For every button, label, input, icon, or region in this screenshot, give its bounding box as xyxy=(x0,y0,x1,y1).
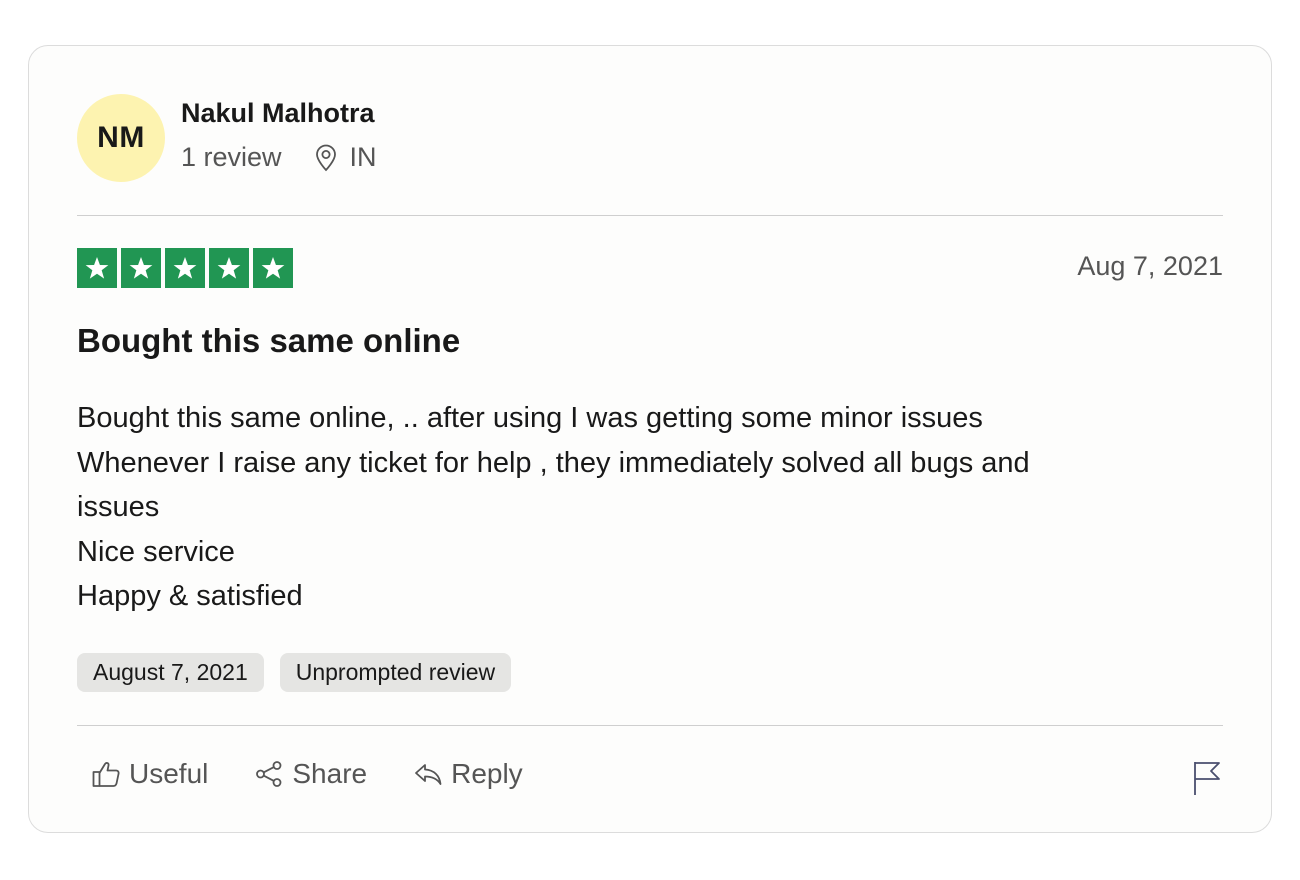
header-divider xyxy=(77,215,1223,216)
reply-button[interactable]: Reply xyxy=(413,758,523,790)
country-code: IN xyxy=(349,142,377,172)
experience-date-tag: August 7, 2021 xyxy=(77,653,264,692)
review-actions: Useful Share Reply xyxy=(91,758,523,790)
reviewer-location: IN xyxy=(314,142,377,173)
share-icon xyxy=(256,761,282,787)
reply-label: Reply xyxy=(451,758,523,789)
share-label: Share xyxy=(292,758,368,789)
star-icon xyxy=(121,248,161,288)
reviewer-name[interactable]: Nakul Malhotra xyxy=(181,98,375,129)
star-icon xyxy=(77,248,117,288)
useful-button[interactable]: Useful xyxy=(91,758,208,790)
star-icon xyxy=(209,248,249,288)
review-tags: August 7, 2021 Unprompted review xyxy=(77,653,512,692)
footer-divider xyxy=(77,725,1223,726)
avatar-initials: NM xyxy=(97,121,145,154)
unprompted-review-tag[interactable]: Unprompted review xyxy=(279,653,512,692)
reply-icon xyxy=(415,764,442,785)
review-title[interactable]: Bought this same online xyxy=(77,322,460,360)
review-count: 1 review xyxy=(181,142,282,172)
review-body-paragraph: Bought this same online, .. after using … xyxy=(77,402,1030,523)
review-date: Aug 7, 2021 xyxy=(1077,251,1223,281)
star-icon xyxy=(165,248,205,288)
star-icon xyxy=(253,248,293,288)
review-card-content: NM Nakul Malhotra 1 review IN Aug 7, 202… xyxy=(77,46,1223,832)
review-card: NM Nakul Malhotra 1 review IN Aug 7, 202… xyxy=(28,45,1272,833)
review-body-paragraph: Happy & satisfied xyxy=(77,580,303,612)
review-body: Bought this same online, .. after using … xyxy=(77,396,1117,619)
reviewer-meta: 1 review IN xyxy=(181,142,377,173)
avatar[interactable]: NM xyxy=(77,94,165,182)
location-pin-icon xyxy=(315,144,336,171)
flag-icon[interactable] xyxy=(1191,760,1223,796)
star-rating xyxy=(77,248,293,288)
thumbs-up-icon xyxy=(92,762,120,787)
share-button[interactable]: Share xyxy=(254,758,367,790)
useful-label: Useful xyxy=(129,758,209,789)
review-body-paragraph: Nice service xyxy=(77,535,235,568)
